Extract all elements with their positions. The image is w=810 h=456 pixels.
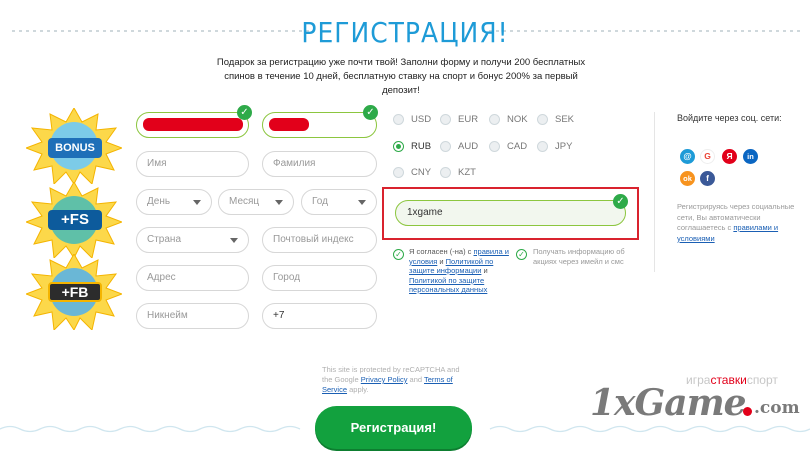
watermark-domain: .com: [754, 398, 800, 418]
radio-icon: [489, 114, 500, 125]
year-placeholder: Год: [312, 196, 328, 207]
bonus-badges: BONUS +FS +FB: [18, 108, 128, 338]
page-title: РЕГИСТРАЦИЯ!: [301, 16, 509, 49]
freespins-badge: +FS: [26, 182, 122, 258]
promo-valid-check-icon: ✓: [613, 194, 628, 209]
agree-and-1: и: [437, 256, 446, 266]
currency-label: RUB: [411, 141, 432, 152]
recaptcha-notice: This site is protected by reCAPTCHA and …: [322, 365, 472, 395]
yandex-icon[interactable]: Я: [722, 149, 737, 164]
agree-and-2: и: [481, 266, 488, 275]
zip-placeholder: Почтовый индекс: [273, 234, 354, 245]
social-note: Регистрируясь через социальные сети, Вы …: [677, 202, 795, 244]
freebet-badge-label: +FB: [48, 282, 102, 302]
agree-prefix: Я согласен (-на) с: [409, 247, 474, 256]
freebet-badge: +FB: [26, 254, 122, 330]
recaptcha-privacy-link[interactable]: Privacy Policy: [361, 375, 408, 384]
address-input[interactable]: Адрес: [136, 265, 249, 291]
name-input[interactable]: Имя: [136, 151, 249, 177]
city-input[interactable]: Город: [262, 265, 377, 291]
bonus-badge: BONUS: [26, 108, 122, 184]
currency-label: CNY: [411, 167, 432, 178]
linkedin-icon[interactable]: in: [743, 149, 758, 164]
surname-input[interactable]: Фамилия: [262, 151, 377, 177]
promo-code-input[interactable]: 1xgame: [395, 200, 626, 226]
currency-label: NOK: [507, 114, 528, 125]
email-valid-check-icon: ✓: [237, 105, 252, 120]
promo-code-value: 1xgame: [407, 207, 443, 218]
tagline-part-3: спорт: [746, 373, 778, 387]
city-placeholder: Город: [273, 272, 301, 283]
currency-label: JPY: [555, 141, 573, 152]
country-placeholder: Страна: [147, 234, 182, 245]
newsletter-checkbox[interactable]: ✓: [516, 249, 527, 260]
google-icon[interactable]: G: [700, 149, 715, 164]
chevron-down-icon: [193, 200, 201, 205]
password-valid-check-icon: ✓: [363, 105, 378, 120]
currency-label: SEK: [555, 114, 575, 125]
brand-watermark: играставкиспорт 1xGame .com: [590, 360, 810, 456]
redacted-value: [269, 118, 309, 131]
social-title: Войдите через соц. сети:: [677, 113, 782, 123]
register-button[interactable]: Регистрация!: [315, 406, 472, 449]
newsletter-label: Получать информацию об акциях через имей…: [533, 247, 625, 266]
name-placeholder: Имя: [147, 158, 167, 169]
chevron-down-icon: [358, 200, 366, 205]
agree-text: Я согласен (-на) с правила и условия и П…: [409, 247, 509, 295]
email-field[interactable]: [136, 112, 249, 138]
chevron-down-icon: [275, 200, 283, 205]
zip-input[interactable]: Почтовый индекс: [262, 227, 377, 253]
month-placeholder: Месяц: [229, 196, 260, 207]
radio-icon: [537, 114, 548, 125]
radio-selected-icon: [393, 141, 404, 152]
redacted-value: [143, 118, 243, 131]
personal-data-link[interactable]: Политикой по защите персональных данных: [409, 276, 487, 295]
radio-icon: [393, 167, 404, 178]
radio-icon: [393, 114, 404, 125]
newsletter-text: Получать информацию об акциях через имей…: [533, 247, 637, 266]
watermark-brand: 1xGame: [590, 382, 747, 424]
currency-label: USD: [411, 114, 432, 125]
bonus-badge-label: BONUS: [48, 138, 102, 158]
phone-input[interactable]: +7: [262, 303, 377, 329]
radio-icon: [537, 141, 548, 152]
nickname-input[interactable]: Никнейм: [136, 303, 249, 329]
phone-value: +7: [273, 310, 285, 321]
radio-icon: [489, 141, 500, 152]
password-field[interactable]: [262, 112, 377, 138]
facebook-icon[interactable]: f: [700, 171, 715, 186]
day-placeholder: День: [147, 196, 171, 207]
radio-icon: [440, 167, 451, 178]
chevron-down-icon: [230, 238, 238, 243]
currency-label: CAD: [507, 141, 528, 152]
radio-icon: [440, 141, 451, 152]
watermark-dot: [743, 407, 752, 416]
surname-placeholder: Фамилия: [273, 158, 316, 169]
odnoklassniki-icon[interactable]: ok: [680, 171, 695, 186]
agree-checkbox[interactable]: ✓: [393, 249, 404, 260]
year-select[interactable]: Год: [301, 189, 377, 215]
radio-icon: [440, 114, 451, 125]
currency-label: KZT: [458, 167, 476, 178]
currency-label: AUD: [458, 141, 479, 152]
address-placeholder: Адрес: [147, 272, 176, 283]
page-subtitle: Подарок за регистрацию уже почти твой! З…: [216, 57, 586, 96]
day-select[interactable]: День: [136, 189, 212, 215]
country-select[interactable]: Страна: [136, 227, 249, 253]
recaptcha-apply: apply.: [347, 385, 369, 394]
recaptcha-and: and: [407, 375, 425, 384]
currency-label: EUR: [458, 114, 479, 125]
month-select[interactable]: Месяц: [218, 189, 294, 215]
freespins-badge-label: +FS: [48, 210, 102, 230]
nickname-placeholder: Никнейм: [147, 310, 188, 321]
social-divider: [654, 112, 655, 272]
mail-icon[interactable]: @: [680, 149, 695, 164]
